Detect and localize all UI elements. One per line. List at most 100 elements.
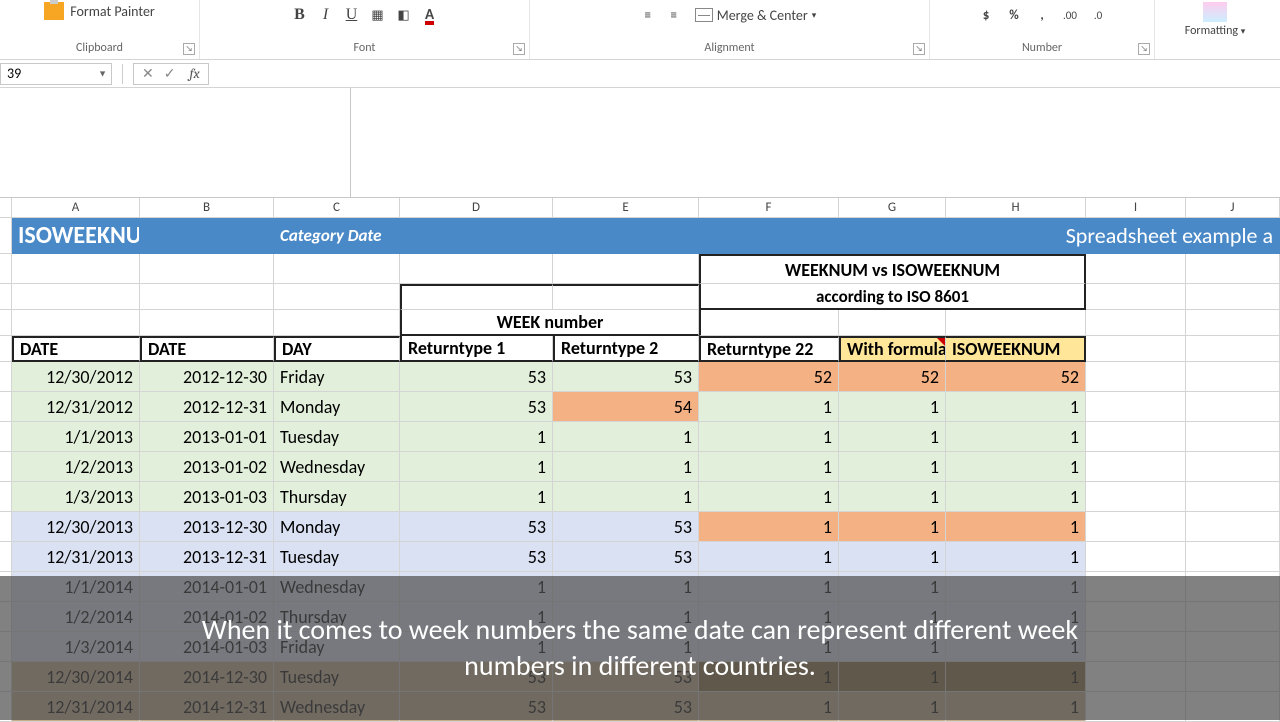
italic-button[interactable]: I [315,4,337,26]
cell[interactable]: 2013-01-02 [140,452,274,482]
cell-header-withformula[interactable]: With formula [839,336,946,362]
cell[interactable] [12,310,140,336]
cell[interactable] [839,310,946,336]
cell[interactable] [1186,362,1280,392]
cell[interactable] [1086,542,1186,572]
cell[interactable]: 1 [946,392,1086,422]
cell[interactable] [400,254,553,284]
dialog-launcher-clipboard[interactable]: ↘ [183,43,195,55]
cell-header-weeknum-vs[interactable]: WEEKNUM vs ISOWEEKNUM [699,254,1086,284]
cell[interactable]: 1 [946,452,1086,482]
cell[interactable] [1186,392,1280,422]
chevron-down-icon[interactable]: ▼ [98,68,107,79]
cell[interactable]: 1/2/2013 [12,452,140,482]
cell[interactable] [1186,482,1280,512]
cell[interactable] [1186,284,1280,310]
cell-header-isoweeknum[interactable]: ISOWEEKNUM [946,336,1086,362]
decrease-decimal-button[interactable]: .0 [1087,4,1109,26]
cell[interactable] [1086,392,1186,422]
merge-center-button[interactable]: Merge & Center ▾ [689,5,823,26]
cell[interactable] [1086,284,1186,310]
select-all-corner[interactable] [0,198,12,218]
cell[interactable]: 53 [553,362,699,392]
name-box[interactable]: 39 ▼ [0,63,112,85]
cell[interactable]: 1 [839,482,946,512]
cell[interactable] [274,310,400,336]
underline-button[interactable]: U [341,4,363,26]
cell[interactable]: 1 [699,542,839,572]
cell[interactable]: 53 [400,542,553,572]
cell-header-rt2[interactable]: Returntype 2 [553,336,699,362]
cell[interactable]: 53 [400,392,553,422]
cell[interactable]: 2013-12-30 [140,512,274,542]
cell[interactable] [553,284,699,310]
formula-input[interactable] [219,63,1280,85]
cell[interactable]: 12/31/2013 [12,542,140,572]
cell[interactable]: 1 [839,512,946,542]
cell[interactable] [1086,452,1186,482]
cell[interactable]: 1 [839,392,946,422]
cell[interactable] [1186,452,1280,482]
col-header-C[interactable]: C [274,198,400,218]
col-header-I[interactable]: I [1086,198,1186,218]
dialog-launcher-font[interactable]: ↘ [513,43,525,55]
cell[interactable]: 2013-01-01 [140,422,274,452]
cell[interactable]: 1 [400,452,553,482]
cell-function-name[interactable]: ISOWEEKNUM [12,218,140,254]
cell[interactable]: 12/30/2012 [12,362,140,392]
cell[interactable]: 1/3/2013 [12,482,140,512]
cell[interactable]: 2012-12-30 [140,362,274,392]
cell-header-date2[interactable]: DATE [140,336,274,362]
cell[interactable] [1086,482,1186,512]
cell[interactable] [140,284,274,310]
dialog-launcher-alignment[interactable]: ↘ [913,43,925,55]
cell[interactable] [1186,254,1280,284]
cell[interactable] [1186,336,1280,362]
cell[interactable]: 1 [946,422,1086,452]
cell[interactable] [946,310,1086,336]
cell[interactable]: 1 [946,542,1086,572]
cell-header-according[interactable]: according to ISO 8601 [699,284,1086,310]
cell[interactable]: 1 [553,452,699,482]
border-button[interactable]: ▦ [367,4,389,26]
percent-button[interactable]: % [1003,4,1025,26]
cell[interactable]: Monday [274,512,400,542]
fx-button[interactable]: fx [189,65,199,82]
cell[interactable]: Tuesday [274,422,400,452]
cell[interactable]: 1/1/2013 [12,422,140,452]
cell[interactable]: 12/30/2013 [12,512,140,542]
cell[interactable] [12,254,140,284]
cell[interactable]: 53 [400,362,553,392]
cell[interactable]: 1 [553,482,699,512]
cell-category[interactable]: Category Date [274,218,400,254]
cell[interactable] [400,284,553,310]
cell[interactable]: 2013-12-31 [140,542,274,572]
cell[interactable]: Monday [274,392,400,422]
cell-spreadsheet-title[interactable]: Spreadsheet example a [839,218,1280,254]
cell[interactable]: 1 [839,542,946,572]
enter-formula-button[interactable]: ✓ [164,65,176,82]
cell[interactable] [699,218,839,254]
cell[interactable]: Tuesday [274,542,400,572]
cell[interactable]: 1 [699,422,839,452]
cell-header-rt22[interactable]: Returntype 22 [699,336,839,362]
cell[interactable] [140,254,274,284]
col-header-H[interactable]: H [946,198,1086,218]
cell[interactable]: 1 [699,512,839,542]
cell[interactable]: 1 [699,482,839,512]
cell-header-day[interactable]: DAY [274,336,400,362]
currency-button[interactable]: $ [975,4,997,26]
cell[interactable]: 54 [553,392,699,422]
font-color-button[interactable]: A [419,4,441,26]
col-header-F[interactable]: F [699,198,839,218]
cell[interactable] [274,284,400,310]
cell[interactable]: 52 [946,362,1086,392]
cell[interactable] [140,218,274,254]
increase-decimal-button[interactable]: .00 [1059,4,1081,26]
cell[interactable]: 2013-01-03 [140,482,274,512]
cell[interactable] [1186,512,1280,542]
cell[interactable] [553,218,699,254]
format-painter-button[interactable]: Format Painter [40,0,159,22]
col-header-J[interactable]: J [1186,198,1280,218]
cell[interactable] [1086,310,1186,336]
